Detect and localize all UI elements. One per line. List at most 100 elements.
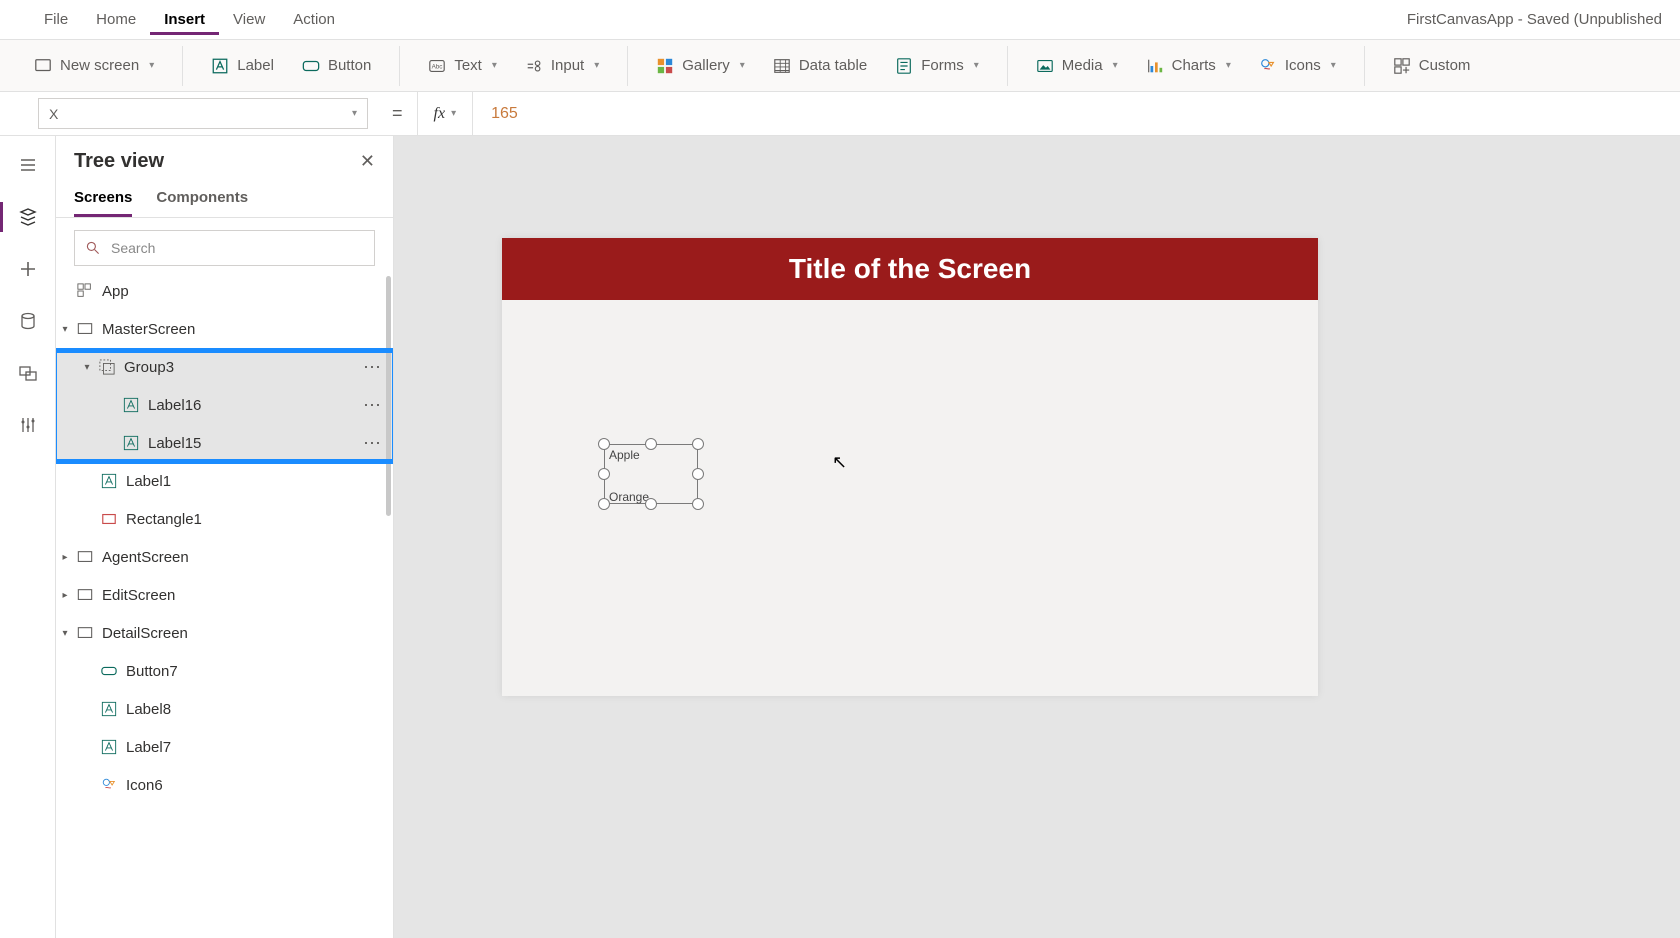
tree-node-button7[interactable]: Button7: [56, 652, 393, 690]
menu-file[interactable]: File: [30, 5, 82, 34]
data-table-label: Data table: [799, 57, 867, 74]
fx-icon: fx: [434, 105, 446, 123]
chevron-down-icon: ▾: [974, 60, 979, 71]
resize-handle-tm[interactable]: [645, 438, 657, 450]
chevron-down-icon: ▾: [740, 60, 745, 71]
fx-button[interactable]: fx ▾: [417, 92, 474, 135]
gallery-dropdown[interactable]: Gallery ▾: [644, 46, 757, 86]
search-input[interactable]: Search: [74, 230, 375, 266]
tree-tabs: Screens Components: [56, 179, 393, 218]
tree-node-label: MasterScreen: [102, 321, 195, 338]
icons-dropdown[interactable]: Icons ▾: [1247, 46, 1348, 86]
tree-node-rectangle1[interactable]: Rectangle1: [56, 500, 393, 538]
button-button[interactable]: Button: [290, 46, 383, 86]
tree-node-label: Label7: [126, 739, 171, 756]
tree-node-label: Rectangle1: [126, 511, 202, 528]
tree-node-editscreen[interactable]: ▸ EditScreen: [56, 576, 393, 614]
chevron-down-icon: ▾: [1331, 60, 1336, 71]
label-icon: [211, 57, 229, 75]
selection-group3[interactable]: Apple Orange: [598, 438, 704, 510]
data-icon[interactable]: [17, 310, 39, 332]
canvas-screen[interactable]: Title of the Screen Apple Orange ↖: [502, 238, 1318, 696]
tab-screens[interactable]: Screens: [74, 185, 132, 217]
input-dropdown[interactable]: Input ▾: [513, 46, 611, 86]
custom-button[interactable]: Custom: [1381, 46, 1483, 86]
tree-node-label7[interactable]: Label7: [56, 728, 393, 766]
media-dropdown[interactable]: Media ▾: [1024, 46, 1130, 86]
charts-dropdown-label: Charts: [1172, 57, 1216, 74]
screen-icon: [76, 586, 94, 604]
expand-icon[interactable]: ▸: [58, 552, 72, 563]
resize-handle-bm[interactable]: [645, 498, 657, 510]
expand-icon[interactable]: ▾: [58, 628, 72, 639]
text-dropdown[interactable]: Abc Text ▾: [416, 46, 509, 86]
label-icon: [122, 396, 140, 414]
custom-label: Custom: [1419, 57, 1471, 74]
advanced-tools-icon[interactable]: [17, 414, 39, 436]
menu-home[interactable]: Home: [82, 5, 150, 34]
resize-handle-ml[interactable]: [598, 468, 610, 480]
tree-node-label: Label16: [148, 397, 201, 414]
formula-bar: X ▾ = fx ▾ 165: [0, 92, 1680, 136]
more-icon[interactable]: ⋯: [363, 433, 383, 454]
canvas-area[interactable]: Title of the Screen Apple Orange ↖: [394, 136, 1680, 938]
gallery-icon: [656, 57, 674, 75]
tree-view-panel: Tree view ✕ Screens Components Search Ap…: [56, 136, 394, 938]
resize-handle-br[interactable]: [692, 498, 704, 510]
resize-handle-bl[interactable]: [598, 498, 610, 510]
media-icon: [1036, 57, 1054, 75]
forms-dropdown[interactable]: Forms ▾: [883, 46, 991, 86]
tree-node-label8[interactable]: Label8: [56, 690, 393, 728]
chevron-down-icon: ▾: [149, 60, 154, 71]
resize-handle-tr[interactable]: [692, 438, 704, 450]
more-icon[interactable]: ⋯: [363, 395, 383, 416]
forms-icon: [895, 57, 913, 75]
tree-node-label16[interactable]: Label16 ⋯: [56, 386, 393, 424]
data-table-button[interactable]: Data table: [761, 46, 879, 86]
insert-icon[interactable]: [17, 258, 39, 280]
label-button-label: Label: [237, 57, 274, 74]
tree-node-label15[interactable]: Label15 ⋯: [56, 424, 393, 462]
menu-view[interactable]: View: [219, 5, 279, 34]
tree-node-group3[interactable]: ▾ Group3 ⋯: [56, 348, 393, 386]
search-placeholder: Search: [111, 240, 155, 256]
group-item-apple[interactable]: Apple: [609, 449, 693, 461]
hamburger-icon[interactable]: [17, 154, 39, 176]
chevron-down-icon: ▾: [352, 108, 357, 119]
tree-list[interactable]: App ▾ MasterScreen ▾ Group3 ⋯: [56, 272, 393, 938]
tree-node-label: Group3: [124, 359, 174, 376]
tree-node-label: AgentScreen: [102, 549, 189, 566]
left-rail: [0, 136, 56, 938]
group-icon: [98, 358, 116, 376]
cursor-icon: ↖: [832, 452, 847, 473]
tree-node-agentscreen[interactable]: ▸ AgentScreen: [56, 538, 393, 576]
media-panel-icon[interactable]: [17, 362, 39, 384]
tree-node-label1[interactable]: Label1: [56, 462, 393, 500]
menu-insert[interactable]: Insert: [150, 5, 219, 35]
close-icon[interactable]: ✕: [360, 151, 375, 172]
tree-node-app[interactable]: App: [56, 272, 393, 310]
more-icon[interactable]: ⋯: [363, 357, 383, 378]
resize-handle-mr[interactable]: [692, 468, 704, 480]
screen-icon: [76, 624, 94, 642]
tree-node-detailscreen[interactable]: ▾ DetailScreen: [56, 614, 393, 652]
button-icon: [100, 662, 118, 680]
text-icon: Abc: [428, 57, 446, 75]
expand-icon[interactable]: ▾: [58, 324, 72, 335]
tree-node-icon6[interactable]: Icon6: [56, 766, 393, 804]
charts-dropdown[interactable]: Charts ▾: [1134, 46, 1243, 86]
expand-icon[interactable]: ▾: [80, 362, 94, 373]
resize-handle-tl[interactable]: [598, 438, 610, 450]
label-button[interactable]: Label: [199, 46, 286, 86]
menu-bar: File Home Insert View Action FirstCanvas…: [0, 0, 1680, 40]
tree-node-masterscreen[interactable]: ▾ MasterScreen: [56, 310, 393, 348]
expand-icon[interactable]: ▸: [58, 590, 72, 601]
menu-action[interactable]: Action: [279, 5, 349, 34]
chevron-down-icon: ▾: [451, 108, 456, 119]
screen-title-rectangle[interactable]: Title of the Screen: [502, 238, 1318, 300]
tab-components[interactable]: Components: [156, 185, 248, 217]
tree-view-icon[interactable]: [17, 206, 39, 228]
new-screen-button[interactable]: New screen ▾: [22, 46, 166, 86]
formula-input[interactable]: 165: [473, 92, 536, 135]
property-selector[interactable]: X ▾: [38, 98, 368, 129]
